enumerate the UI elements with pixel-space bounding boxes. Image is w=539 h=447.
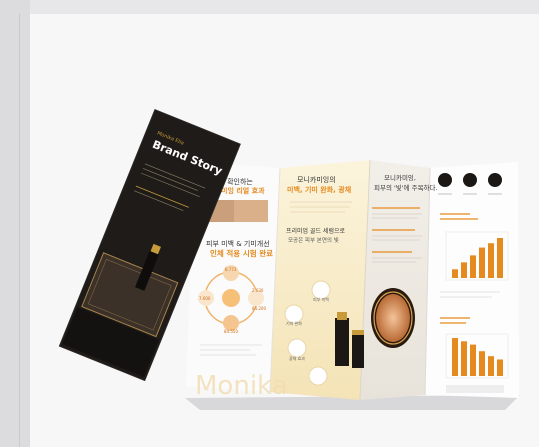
panel1-mid-2: 인체 적용 시험 완료 [210,248,273,258]
cycle-value-1: 7.600 [199,296,211,301]
serum-bottle [335,318,349,366]
chart-2-bar [461,341,467,376]
chart-1-bar [479,247,485,278]
watermark: Monika [195,371,288,401]
panel3-heading-2: 피부의 '빛'에 주목하다. [374,183,438,192]
chart-1-bar [497,238,503,278]
cycle-value-3: 84.200 [252,306,266,311]
brochure-panel-3 [360,160,430,400]
panel2-mid-1: 프리미엄 골드 세럼으로 [286,227,345,235]
brochure-photo: 으로 확인하는 LED미잉 리얼 효과 피부 미백 & 기미개선 인체 적용 시… [58,108,520,410]
cycle-value-4: 84.550 [224,329,238,334]
spec-icon-3 [488,173,502,187]
chart-legend [446,385,504,393]
cream-jar [352,334,364,368]
cycle-node-center [222,289,240,307]
chart-1-bar [470,255,476,278]
spec-icon-1 [438,173,452,187]
panel3-heading-1: 모니카미잉, [384,173,416,182]
badge-label-1: 기미 완화 [286,320,302,326]
badge-extra-icon [308,366,328,386]
panel1-mid-1: 피부 미백 & 기미개선 [206,239,270,248]
badge-label-2: 광채 효과 [289,355,305,361]
chart-2-bar [488,356,494,376]
badge-glow-icon [287,338,307,358]
chart-2-bar [479,351,485,376]
chart-1-bar [488,243,494,278]
chart-1-bar [461,262,467,278]
chart-2-bar [470,344,476,376]
chart-2-bar [452,338,458,376]
panel2-heading-1: 모니카미잉의 [297,175,336,184]
cycle-value-0: 8.773 [225,267,237,272]
spec-icon-2 [463,173,477,187]
chart-1-bar [452,269,458,278]
chart-2-bar [497,359,503,376]
panel2-heading-2: 미백, 기미 완화, 광채 [287,185,351,194]
cycle-value-2: 2.630 [252,288,264,293]
panel2-mid-2: 모공은 피부 본연의 빛 [288,236,339,244]
badge-label-0: 피부 미백 [313,296,329,302]
